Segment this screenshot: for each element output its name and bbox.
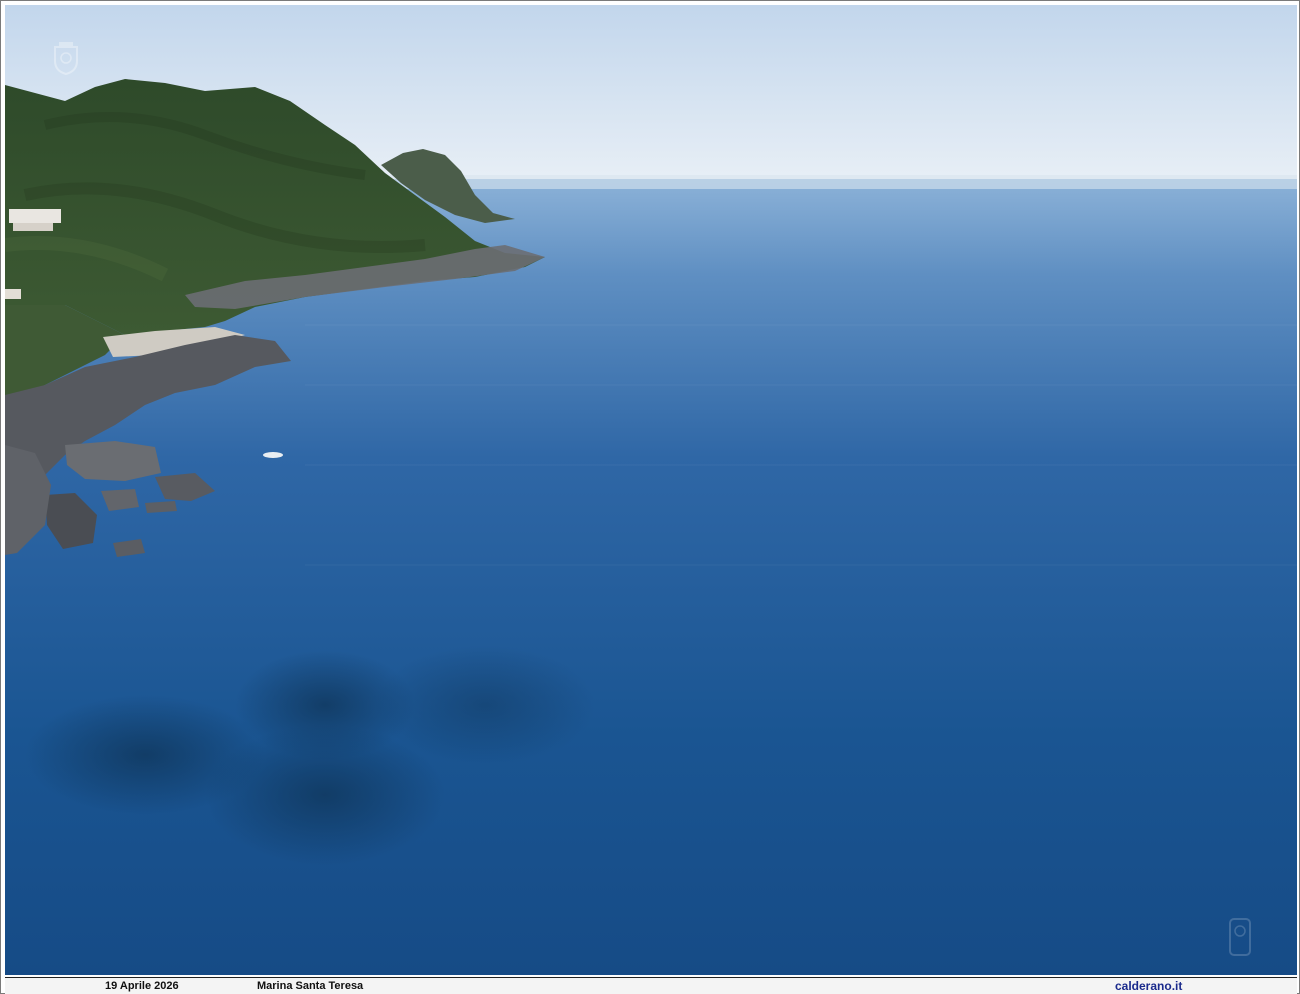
small-boat [263, 452, 283, 458]
photo-date: 19 Aprile 2026 [105, 980, 179, 992]
caption-bar: 19 Aprile 2026 Marina Santa Teresa calde… [5, 977, 1297, 994]
aerial-coast-photo [5, 5, 1297, 975]
site-link[interactable]: calderano.it [1115, 979, 1182, 993]
watermark-icon [1229, 918, 1251, 956]
photo-illustration [5, 5, 1297, 975]
crest-icon [54, 42, 78, 75]
buildings [9, 209, 61, 223]
photo-location: Marina Santa Teresa [257, 980, 364, 992]
photo-frame: 19 Aprile 2026 Marina Santa Teresa calde… [0, 0, 1300, 994]
